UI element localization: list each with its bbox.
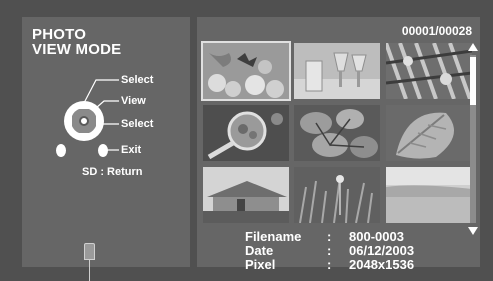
label-exit: Exit — [121, 144, 142, 156]
dpad-center-icon — [79, 116, 89, 126]
label-select-up: Select — [121, 74, 154, 86]
arrow-down-icon — [79, 133, 89, 140]
thumb-hut[interactable] — [203, 167, 289, 223]
thumb-grass[interactable] — [294, 167, 380, 223]
thumb-glasses[interactable] — [294, 43, 380, 99]
photo-view-screen: PHOTO VIEW MODE Select View Select Exit … — [0, 0, 493, 281]
sd-card-line — [89, 259, 90, 281]
pixel-value: 2048x1536 — [349, 257, 415, 272]
label-select-down: Select — [121, 118, 154, 130]
label-sd-return: SD : Return — [82, 166, 143, 178]
sd-card-icon — [84, 243, 95, 260]
dpad-icon — [64, 101, 104, 141]
date-label: Date — [245, 243, 274, 258]
pixel-colon: : — [327, 257, 332, 272]
scroll-track[interactable] — [470, 55, 476, 223]
date-colon: : — [327, 243, 332, 258]
thumb-large-leaf[interactable] — [386, 105, 472, 161]
browser-panel: 00001/00028 Filename: 800-0003 Date: 0… — [197, 17, 480, 272]
left-button-icon — [56, 144, 66, 157]
thumb-beach[interactable] — [386, 167, 472, 223]
arrow-right-icon — [96, 116, 103, 126]
thumb-leaves[interactable] — [294, 105, 380, 161]
scroll-thumb[interactable] — [470, 57, 476, 105]
thumb-magnifier-stones[interactable] — [203, 105, 289, 161]
filename-colon: : — [327, 229, 332, 244]
filename-label: Filename — [245, 229, 302, 244]
arrow-up-icon — [79, 102, 89, 109]
arrow-left-icon — [65, 116, 72, 126]
leader-lines — [83, 79, 119, 151]
scrollbar[interactable] — [466, 43, 480, 235]
thumb-butterfly-flowers[interactable] — [201, 41, 291, 101]
date-value: 06/12/2003 — [349, 243, 415, 258]
thumbnail-grid — [201, 41, 472, 223]
filename-value: 800-0003 — [349, 229, 404, 244]
scroll-up-arrow-icon[interactable] — [468, 43, 478, 51]
pixel-label: Pixel — [245, 257, 276, 272]
label-view: View — [121, 95, 146, 107]
scroll-down-arrow-icon[interactable] — [468, 227, 478, 235]
image-counter: 00001/00028 — [401, 24, 472, 38]
guide-panel: PHOTO VIEW MODE Select View Select Exit … — [22, 17, 190, 281]
exit-button-icon — [98, 144, 108, 157]
thumb-fabric-pattern[interactable] — [386, 43, 472, 99]
